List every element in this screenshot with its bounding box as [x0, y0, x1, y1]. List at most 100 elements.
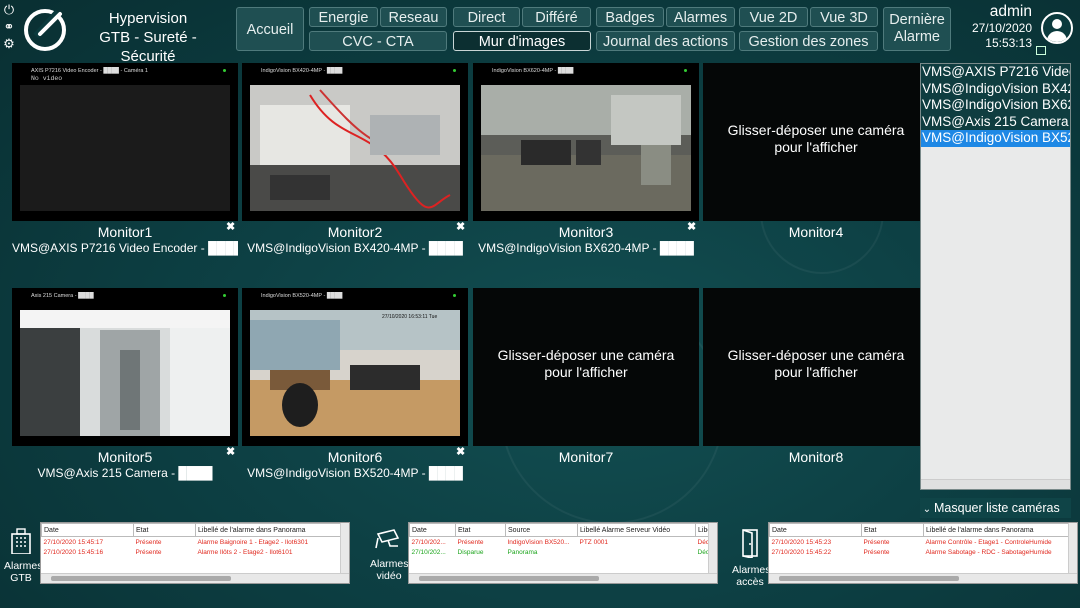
table-cell: 27/10/2020 15:45:22: [771, 548, 832, 556]
alarm-video-icon[interactable]: Alarmes vidéo: [370, 528, 409, 582]
alarm-gtb-icon[interactable]: Alarmes GTB: [4, 528, 43, 584]
building-icon: [11, 528, 31, 555]
nav-mur-images-button[interactable]: Mur d'images: [453, 31, 591, 51]
monitor-screen[interactable]: IndigoVision BX420-4MP - ████: [242, 63, 468, 221]
monitor-tile[interactable]: Glisser-déposer une caméra pour l'affiche…: [703, 63, 929, 263]
nav-vue2d-button[interactable]: Vue 2D: [739, 7, 808, 27]
table-header[interactable]: Source: [505, 523, 578, 537]
nav-vue3d-button[interactable]: Vue 3D: [810, 7, 878, 27]
table-row[interactable]: 27/10/2020 15:45:17 Présente Alarme Baigno…: [42, 537, 346, 548]
nav-alarmes-button[interactable]: Alarmes: [666, 7, 735, 27]
nav-energie-button[interactable]: Energie: [309, 7, 378, 27]
alarm-access-table[interactable]: Date Etat Libellé de l'alarme dans Panoram…: [768, 522, 1078, 584]
horizontal-scrollbar[interactable]: [41, 573, 349, 583]
video-feed: [20, 310, 230, 436]
nav-journal-button[interactable]: Journal des actions: [596, 31, 735, 51]
camera-info: AXIS P7216 Video Encoder - ████ - Caméra…: [31, 68, 148, 74]
camera-list-item[interactable]: VMS@IndigoVision BX520: [921, 130, 1070, 147]
camera-list-item[interactable]: VMS@AXIS P7216 Video: [921, 64, 1070, 81]
table-header[interactable]: Date: [41, 523, 134, 537]
camera-list-item[interactable]: VMS@Axis 215 Camera -: [921, 113, 1070, 130]
table-row[interactable]: 27/10/2020 15:45:23 Présente Alarme Contrô…: [770, 537, 1074, 548]
monitor-name: Monitor2: [327, 224, 383, 240]
horizontal-scrollbar[interactable]: [409, 573, 717, 583]
hide-camera-list-button[interactable]: ⌄ Masquer liste caméras: [920, 498, 1071, 518]
nav-cvc-cta-button[interactable]: CVC - CTA: [309, 31, 447, 51]
table-header[interactable]: Libellé de l'alarme dans Panorama: [923, 523, 1074, 537]
status-dot-icon: [453, 69, 456, 72]
monitor-screen[interactable]: Glisser-déposer une caméra pour l'affiche…: [703, 288, 929, 446]
link-icon[interactable]: ⚭: [2, 20, 16, 34]
monitor-source: VMS@Axis 215 Camera - ████: [37, 466, 213, 480]
table-header[interactable]: Etat: [455, 523, 506, 537]
table-header[interactable]: Libellé de l'alarme dans Panorama: [195, 523, 346, 537]
table-row[interactable]: 27/10/2020 15:45:22 Présente Alarme Sabota…: [770, 547, 1074, 557]
table-row[interactable]: 27/10/2020 15:45:16 Présente Alarme Ilôts …: [42, 547, 346, 557]
camera-list[interactable]: VMS@AXIS P7216 Video VMS@IndigoVision BX4…: [920, 63, 1071, 490]
nav-direct-button[interactable]: Direct: [453, 7, 520, 27]
monitor-source: VMS@IndigoVision BX520-4MP - ████: [247, 466, 463, 480]
drop-hint-line2: pour l'afficher: [774, 364, 858, 380]
monitor-screen[interactable]: IndigoVision BX520-4MP - ████ 27/10/2020 …: [242, 288, 468, 446]
nav-badges-button[interactable]: Badges: [596, 7, 664, 27]
close-icon[interactable]: ✖: [226, 220, 235, 233]
table-header[interactable]: Date: [769, 523, 862, 537]
table-header[interactable]: Etat: [861, 523, 924, 537]
nav-gestion-zones-button[interactable]: Gestion des zones: [739, 31, 878, 51]
camera-list-item[interactable]: VMS@IndigoVision BX420: [921, 80, 1070, 97]
power-icon[interactable]: ⏻: [2, 3, 16, 17]
monitor-tile[interactable]: AXIS P7216 Video Encoder - ████ - Caméra…: [12, 63, 238, 263]
table-header[interactable]: Etat: [133, 523, 196, 537]
nav-home-button[interactable]: Accueil: [236, 7, 304, 51]
monitor-tile[interactable]: Glisser-déposer une caméra pour l'affiche…: [703, 288, 929, 488]
alarm-table: Date Etat Libellé de l'alarme dans Panoram…: [769, 523, 1074, 557]
monitor-tile[interactable]: Axis 215 Camera - ████ Monitor5 VMS@Axis 2…: [12, 288, 238, 488]
monitor-tile[interactable]: Glisser-déposer une caméra pour l'affiche…: [473, 288, 699, 488]
monitor-screen[interactable]: Glisser-déposer une caméra pour l'affiche…: [703, 63, 929, 221]
monitor-screen[interactable]: IndigoVision BX620-4MP - ████: [473, 63, 699, 221]
camera-list-item[interactable]: VMS@IndigoVision BX620: [921, 97, 1070, 114]
close-icon[interactable]: ✖: [226, 445, 235, 458]
table-cell: 27/10/2020 15:45:17: [43, 538, 104, 546]
nav-differe-button[interactable]: Différé: [522, 7, 591, 27]
keyboard-icon[interactable]: [1036, 46, 1046, 55]
alarm-gtb-table[interactable]: Date Etat Libellé de l'alarme dans Panoram…: [40, 522, 350, 584]
table-cell: IndigoVision BX520...: [507, 538, 570, 546]
close-icon[interactable]: ✖: [456, 445, 465, 458]
user-avatar-icon[interactable]: [1041, 12, 1073, 44]
monitor-name: Monitor6: [327, 449, 383, 465]
monitor-name: Monitor7: [558, 449, 614, 465]
monitor-source: VMS@AXIS P7216 Video Encoder - ████.: [12, 241, 238, 255]
monitor-source: VMS@IndigoVision BX420-4MP - ████: [247, 241, 463, 255]
table-row[interactable]: 27/10/202... Disparue Panorama Déc: [410, 547, 716, 557]
alarm-video-sublabel: vidéo: [376, 570, 402, 582]
status-dot-icon: [223, 69, 226, 72]
monitor-name: Monitor1: [97, 224, 153, 240]
monitor-screen[interactable]: Glisser-déposer une caméra pour l'affiche…: [473, 288, 699, 446]
last-alarm-button[interactable]: Dernière Alarme: [883, 7, 951, 51]
monitor-tile[interactable]: IndigoVision BX520-4MP - ████ 27/10/2020 …: [242, 288, 468, 488]
table-row[interactable]: 27/10/202... Présente IndigoVision BX520..…: [410, 537, 716, 548]
table-header[interactable]: Libellé Alarme Serveur Vidéo: [577, 523, 696, 537]
alarm-gtb-label: Alarmes: [4, 560, 43, 572]
monitor-tile[interactable]: IndigoVision BX420-4MP - ████ Monitor2 VMS…: [242, 63, 468, 263]
settings-icon[interactable]: ⚙: [2, 37, 16, 51]
horizontal-scrollbar[interactable]: [769, 573, 1077, 583]
table-cell: 27/10/202...: [411, 548, 446, 556]
user-info: admin 27/10/2020 15:53:13: [972, 3, 1032, 51]
monitor-screen[interactable]: AXIS P7216 Video Encoder - ████ - Caméra…: [12, 63, 238, 221]
nav-reseau-button[interactable]: Reseau: [380, 7, 447, 27]
alarm-video-table[interactable]: Date Etat Source Libellé Alarme Serveur Vid…: [408, 522, 718, 584]
camera-info: IndigoVision BX420-4MP - ████: [261, 68, 343, 74]
monitor-screen[interactable]: Axis 215 Camera - ████: [12, 288, 238, 446]
video-feed: [481, 85, 691, 211]
close-icon[interactable]: ✖: [456, 220, 465, 233]
drop-hint-line1: Glisser-déposer une caméra: [727, 122, 905, 138]
table-header[interactable]: Date: [409, 523, 456, 537]
alarm-access-icon[interactable]: Alarmes accès: [732, 528, 771, 588]
monitor-tile[interactable]: IndigoVision BX620-4MP - ████ Monitor3 VMS…: [473, 63, 699, 263]
last-alarm-label-1: Dernière: [889, 12, 945, 28]
video-feed: [250, 310, 460, 436]
close-icon[interactable]: ✖: [687, 220, 696, 233]
camera-list-scrollbar[interactable]: [921, 479, 1070, 489]
